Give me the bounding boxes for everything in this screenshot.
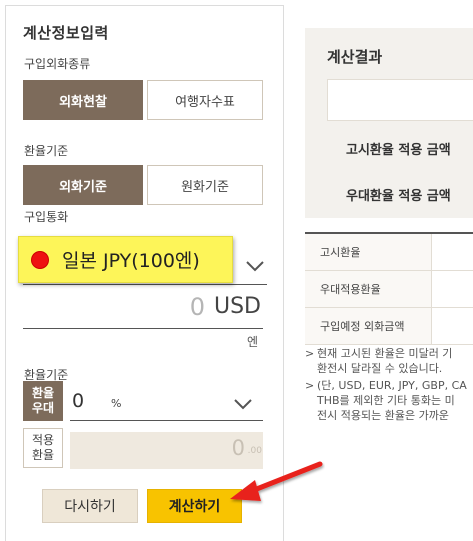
note-mark: > bbox=[305, 379, 315, 392]
amount-sub-unit: 엔 bbox=[247, 335, 259, 349]
applied-rate-label-line1: 적용 bbox=[31, 433, 55, 447]
purchase-type-label: 구입외화종류 bbox=[24, 57, 91, 71]
note-mark: > bbox=[305, 347, 315, 360]
selected-currency-text: 일본 JPY(100엔) bbox=[62, 250, 200, 272]
currency-label: 구입통화 bbox=[24, 210, 69, 224]
note-line: 환전시 달라질 수 있습니다. bbox=[317, 362, 443, 375]
table-row-label: 고시환율 bbox=[305, 234, 432, 270]
amount-value: 0 bbox=[189, 293, 205, 321]
result-panel: 계산결과 고시환율 적용 금액 우대환율 적용 금액 bbox=[305, 28, 473, 218]
table-row: 구입예정 외화금액 bbox=[305, 308, 473, 345]
preferential-rate-label-line1: 환율 bbox=[31, 386, 55, 400]
travelers-check-option-button[interactable]: 여행자수표 bbox=[147, 80, 263, 120]
note-line: 전시 적용되는 환율은 가까운 bbox=[317, 409, 449, 422]
rate-basis-label: 환율기준 bbox=[24, 144, 69, 158]
applied-rate-decimal: .00 bbox=[247, 446, 262, 456]
preferential-rate-select[interactable]: 0 % bbox=[70, 387, 263, 421]
reset-button[interactable]: 다시하기 bbox=[42, 489, 138, 523]
cash-option-button[interactable]: 외화현찰 bbox=[23, 80, 143, 120]
red-arrow-annotation-icon bbox=[230, 461, 323, 501]
posted-rate-amount-label: 고시환율 적용 금액 bbox=[346, 143, 451, 158]
won-basis-button[interactable]: 원화기준 bbox=[147, 165, 263, 205]
selected-currency-callout[interactable]: 일본 JPY(100엔) bbox=[18, 236, 233, 283]
note-line: 현재 고시된 환율은 미달러 기 bbox=[317, 347, 453, 360]
result-summary-box bbox=[327, 79, 473, 121]
table-row-label: 우대적용환율 bbox=[305, 271, 432, 307]
applied-rate-label: 적용 환율 bbox=[23, 428, 63, 468]
table-row-label: 구입예정 외화금액 bbox=[305, 308, 432, 344]
rate-basis-toggle: 외화기준 원화기준 bbox=[23, 165, 263, 205]
preferential-rate-value: 0 bbox=[72, 390, 85, 412]
rate-table: 고시환율 우대적용환율 구입예정 외화금액 bbox=[305, 232, 473, 345]
applied-rate-label-line2: 환율 bbox=[31, 448, 55, 462]
amount-unit: USD bbox=[213, 294, 261, 319]
note-item: > 현재 고시된 환율은 미달러 기 환전시 달라질 수 있습니다. bbox=[305, 346, 473, 376]
chevron-down-icon bbox=[234, 399, 252, 410]
panel-title: 계산정보입력 bbox=[23, 24, 109, 42]
note-line: (단, USD, EUR, JPY, GBP, CA bbox=[317, 379, 467, 392]
notes-section: > 현재 고시된 환율은 미달러 기 환전시 달라질 수 있습니다. > (단,… bbox=[305, 346, 473, 425]
foreign-basis-button[interactable]: 외화기준 bbox=[23, 165, 143, 205]
preferential-rate-amount-label: 우대환율 적용 금액 bbox=[346, 189, 451, 204]
applied-rate-value: 0 bbox=[231, 436, 245, 460]
table-row: 우대적용환율 bbox=[305, 271, 473, 308]
chevron-down-icon bbox=[246, 261, 264, 272]
note-line: THB를 제외한 기타 통화는 미 bbox=[317, 394, 455, 407]
table-row: 고시환율 bbox=[305, 234, 473, 271]
purchase-type-toggle: 외화현찰 여행자수표 bbox=[23, 80, 263, 120]
note-item: > (단, USD, EUR, JPY, GBP, CA THB를 제외한 기타… bbox=[305, 378, 473, 423]
amount-field[interactable]: 0 USD bbox=[23, 293, 263, 329]
red-dot-marker-icon bbox=[32, 251, 48, 268]
preferential-rate-label-line2: 우대 bbox=[31, 401, 55, 415]
percent-unit: % bbox=[111, 397, 122, 410]
preferential-rate-label: 환율 우대 bbox=[23, 381, 63, 421]
result-title: 계산결과 bbox=[327, 48, 383, 66]
